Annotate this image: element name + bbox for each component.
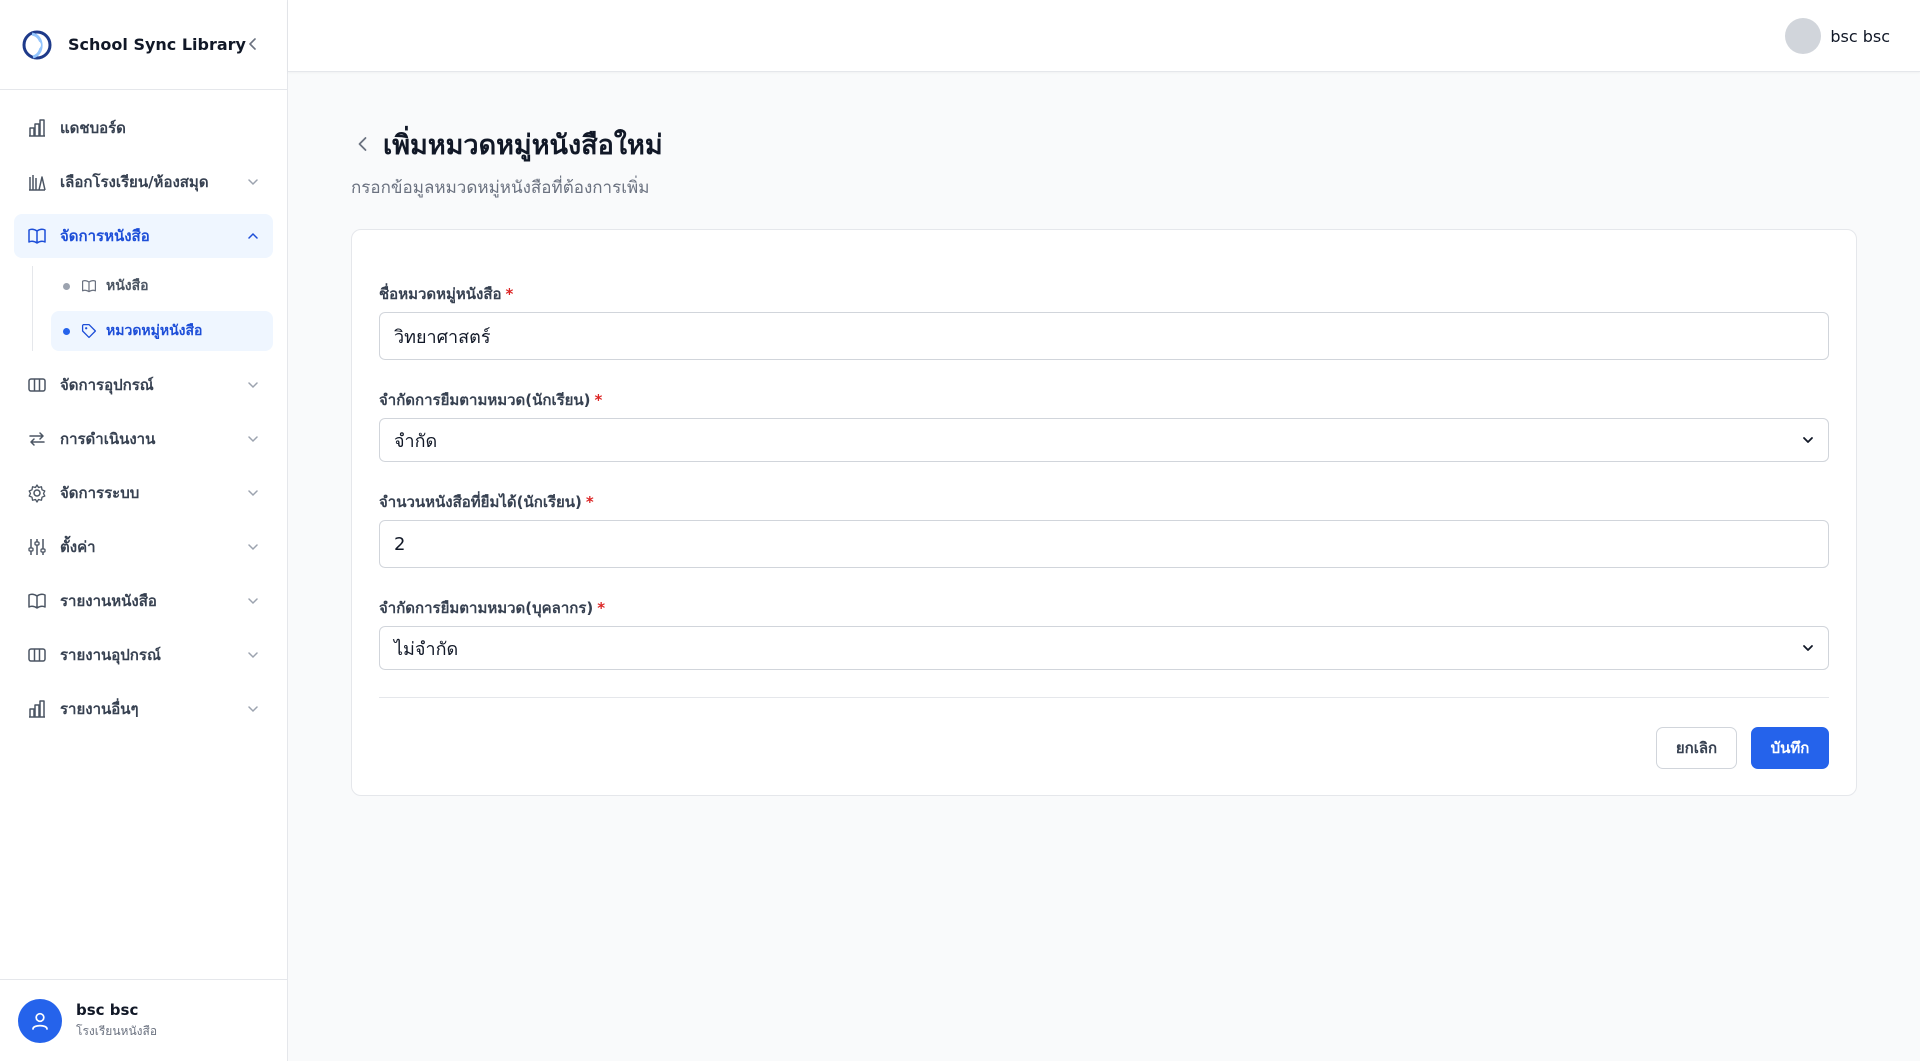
chevron-down-icon (245, 701, 261, 717)
tag-icon (80, 322, 98, 340)
library-icon (26, 171, 48, 193)
page-subtitle: กรอกข้อมูลหมวดหมู่หนังสือที่ต้องการเพิ่ม (351, 178, 650, 198)
sidebar-item-label: จัดการหนังสือ (60, 227, 150, 245)
label-text: ชื่อหมวดหมู่หนังสือ (379, 285, 502, 303)
required-mark: * (597, 599, 606, 617)
student-quota-input[interactable] (379, 520, 1829, 568)
cancel-button[interactable]: ยกเลิก (1656, 727, 1737, 769)
form-actions: ยกเลิก บันทึก (1656, 727, 1829, 769)
field-label: ชื่อหมวดหมู่หนังสือ * (379, 282, 1829, 303)
back-button[interactable] (351, 132, 375, 156)
staff-limit-select[interactable]: ไม่จำกัด (379, 626, 1829, 670)
sidebar-item-equipment-reports[interactable]: รายงานอุปกรณ์ (14, 633, 273, 677)
avatar (18, 998, 62, 1043)
book-open-icon (80, 277, 98, 295)
sidebar-subitem-categories[interactable]: หมวดหมู่หนังสือ (51, 311, 273, 351)
sidebar-item-label: จัดการอุปกรณ์ (60, 376, 154, 394)
chevron-left-icon (249, 38, 256, 50)
sidebar-item-settings[interactable]: ตั้งค่า (14, 525, 273, 569)
required-mark: * (594, 391, 603, 409)
book-open-icon (26, 590, 48, 612)
select-value: ไม่จำกัด (394, 638, 459, 660)
sidebar-item-operations[interactable]: การดำเนินงาน (14, 417, 273, 461)
field-label: จำนวนหนังสือที่ยืมได้(นักเรียน) * (379, 490, 1829, 511)
chevron-down-icon (245, 377, 261, 393)
sidebar-item-label: รายงานอื่นๆ (60, 700, 139, 718)
sidebar-item-label: รายงานหนังสือ (60, 592, 157, 610)
sidebar-item-label: จัดการระบบ (60, 484, 140, 502)
sidebar-item-dashboard[interactable]: แดชบอร์ด (14, 106, 273, 150)
field-student-limit: จำกัดการยืมตามหมวด(นักเรียน) * จำกัด (379, 388, 1829, 462)
gear-icon (26, 482, 48, 504)
topbar: bsc bsc (288, 0, 1920, 72)
sidebar-item-label: ตั้งค่า (60, 538, 96, 556)
collapse-sidebar-button[interactable] (241, 32, 265, 56)
book-open-icon (26, 225, 48, 247)
required-mark: * (505, 285, 514, 303)
label-text: จำกัดการยืมตามหมวด(นักเรียน) (379, 391, 591, 409)
header-user-name: bsc bsc (1830, 26, 1890, 46)
bar-chart-icon (26, 117, 48, 139)
sidebar-subitem-label: หมวดหมู่หนังสือ (106, 323, 203, 339)
field-label: จำกัดการยืมตามหมวด(บุคลากร) * (379, 596, 1829, 617)
app-title: School Sync Library (68, 35, 246, 54)
select-value: จำกัด (394, 430, 438, 452)
sidebar-item-book-reports[interactable]: รายงานหนังสือ (14, 579, 273, 623)
chevron-down-icon (1803, 437, 1813, 443)
main-content: เพิ่มหมวดหมู่หนังสือใหม่ กรอกข้อมูลหมวดห… (351, 120, 1857, 796)
chevron-down-icon (245, 647, 261, 663)
bullet-dot (63, 327, 70, 335)
sliders-icon (26, 536, 48, 558)
field-staff-limit: จำกัดการยืมตามหมวด(บุคลากร) * ไม่จำกัด (379, 596, 1829, 670)
category-name-input[interactable] (379, 312, 1829, 360)
sidebar-subitem-books[interactable]: หนังสือ (51, 266, 273, 306)
sidebar-item-system[interactable]: จัดการระบบ (14, 471, 273, 515)
sidebar-item-label: รายงานอุปกรณ์ (60, 646, 161, 664)
field-category-name: ชื่อหมวดหมู่หนังสือ * (379, 282, 1829, 360)
user-menu-button[interactable]: bsc bsc (1785, 18, 1890, 54)
chevron-down-icon (245, 539, 261, 555)
page-title: เพิ่มหมวดหมู่หนังสือใหม่ (383, 129, 663, 161)
footer-user-name: bsc bsc (76, 1000, 139, 1019)
student-limit-select[interactable]: จำกัด (379, 418, 1829, 462)
required-mark: * (585, 493, 594, 511)
submenu-manage-books: หนังสือ หมวดหมู่หนังสือ (32, 266, 273, 351)
sidebar-item-label: เลือกโรงเรียน/ห้องสมุด (60, 173, 209, 191)
bullet-dot (63, 282, 70, 290)
avatar (1785, 18, 1822, 54)
page-header: เพิ่มหมวดหมู่หนังสือใหม่ (351, 120, 1857, 168)
arrows-swap-icon (26, 428, 48, 450)
columns-icon (26, 644, 48, 666)
user-icon (32, 1012, 48, 1030)
sidebar-user-profile[interactable]: bsc bsc โรงเรียนหนังสือ (0, 979, 287, 1061)
app-logo-icon (22, 30, 52, 59)
sidebar-subitem-label: หนังสือ (106, 278, 149, 294)
brand: School Sync Library (0, 0, 287, 90)
form-divider (379, 697, 1829, 698)
chevron-left-icon (358, 137, 367, 151)
bar-chart-icon (26, 698, 48, 720)
category-form-card: ชื่อหมวดหมู่หนังสือ* จำกัดการยืมตามหมวด(… (351, 229, 1857, 796)
label-text: จำนวนหนังสือที่ยืมได้(นักเรียน) (379, 493, 582, 511)
chevron-up-icon (245, 228, 261, 244)
sidebar-item-manage-equipment[interactable]: จัดการอุปกรณ์ (14, 363, 273, 407)
sidebar-item-manage-books[interactable]: จัดการหนังสือ (14, 214, 273, 258)
sidebar-item-other-reports[interactable]: รายงานอื่นๆ (14, 687, 273, 731)
chevron-down-icon (245, 485, 261, 501)
chevron-down-icon (245, 431, 261, 447)
label-text: จำกัดการยืมตามหมวด(บุคลากร) (379, 599, 594, 617)
save-button[interactable]: บันทึก (1751, 727, 1829, 769)
sidebar: School Sync Library แดชบอร์ด เลือกโรงเรี… (0, 0, 288, 1061)
columns-icon (26, 374, 48, 396)
footer-user-org: โรงเรียนหนังสือ (76, 1023, 158, 1038)
field-student-quota: จำนวนหนังสือที่ยืมได้(นักเรียน) * (379, 490, 1829, 568)
sidebar-item-label: การดำเนินงาน (60, 430, 156, 448)
chevron-down-icon (245, 593, 261, 609)
chevron-down-icon (1803, 645, 1813, 651)
sidebar-item-select-school[interactable]: เลือกโรงเรียน/ห้องสมุด (14, 160, 273, 204)
sidebar-item-label: แดชบอร์ด (60, 119, 126, 137)
chevron-down-icon (245, 174, 261, 190)
sidebar-nav: แดชบอร์ด เลือกโรงเรียน/ห้องสมุด จัดการหน… (0, 90, 287, 731)
field-label: จำกัดการยืมตามหมวด(นักเรียน) * (379, 388, 1829, 409)
